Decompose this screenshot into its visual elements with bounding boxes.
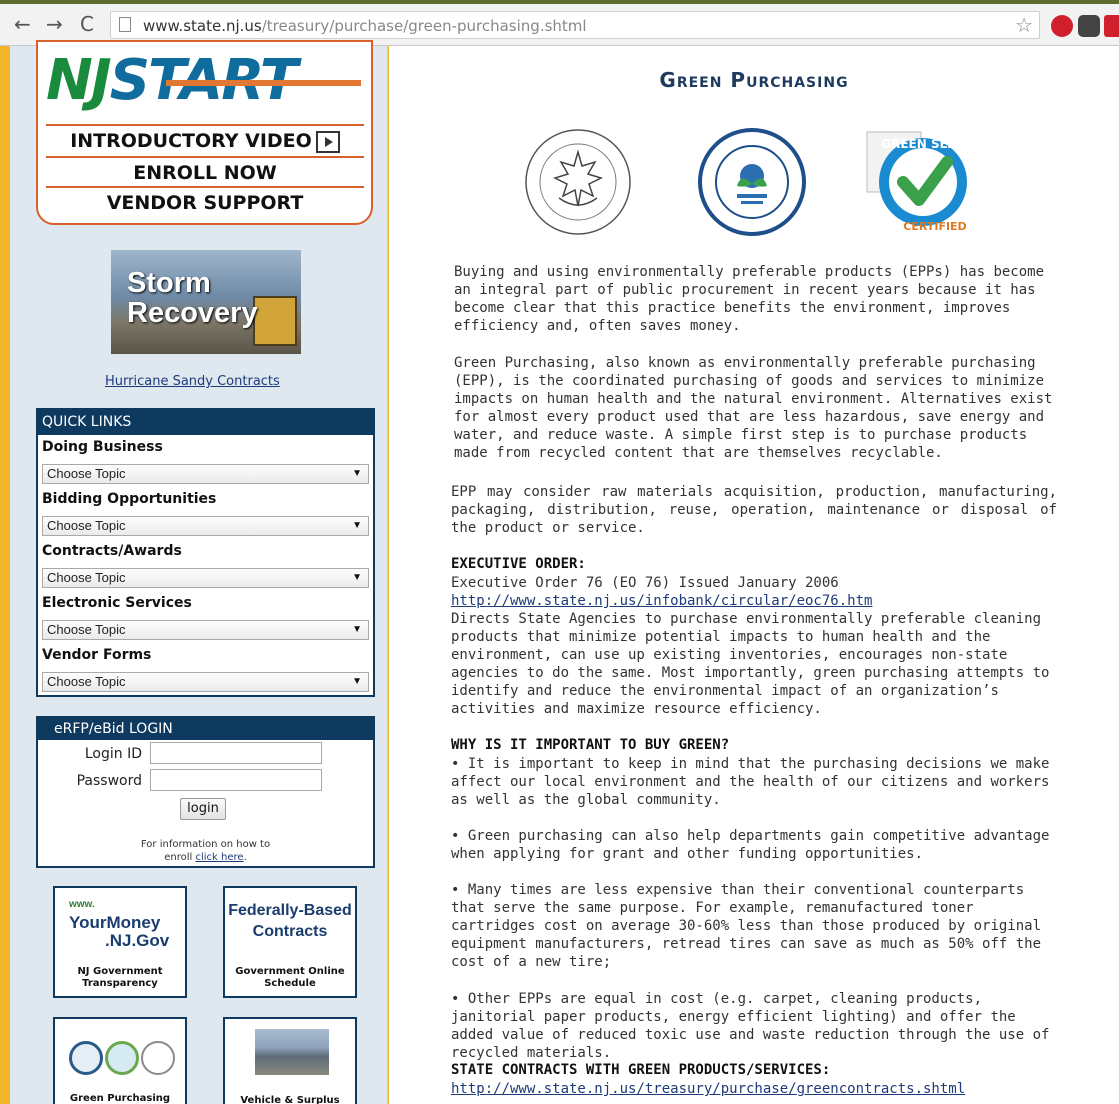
forward-arrow-icon[interactable]: → — [46, 12, 63, 36]
contracts-awards-select[interactable]: Choose Topic ▼ — [42, 568, 369, 588]
federal-contracts-title: Federally-Based Contracts — [228, 902, 352, 940]
login-title: eRFP/eBid LOGIN — [38, 718, 373, 740]
pocket-icon[interactable] — [1078, 15, 1100, 37]
url-text: www.state.nj.us/treasury/purchase/green-… — [143, 17, 587, 35]
why-bullet-3: • Many times are less expensive than the… — [451, 882, 1042, 970]
dropdown-arrow-icon: ▼ — [352, 468, 362, 479]
intro-paragraph: Buying and using environmentally prefera… — [454, 264, 1045, 334]
click-here-link[interactable]: click here — [196, 852, 244, 863]
login-panel: eRFP/eBid LOGIN Login ID Password login … — [36, 716, 375, 868]
storm-recovery-banner[interactable]: Storm Recovery — [111, 250, 301, 354]
epa-seal-icon — [69, 1041, 103, 1075]
dropdown-arrow-icon: ▼ — [352, 676, 362, 687]
enroll-now-link[interactable]: ENROLL NOW — [46, 156, 364, 186]
green-seal-label: GREEN SEAL — [881, 137, 965, 151]
page-title: Green Purchasing — [659, 68, 849, 92]
vendor-forms-label: Vendor Forms — [42, 647, 152, 663]
why-bullet-4: • Other EPPs are equal in cost (e.g. car… — [451, 991, 1050, 1061]
vendor-forms-select[interactable]: Choose Topic ▼ — [42, 672, 369, 692]
bidding-opportunities-select[interactable]: Choose Topic ▼ — [42, 516, 369, 536]
electronic-services-select[interactable]: Choose Topic ▼ — [42, 620, 369, 640]
password-input[interactable] — [150, 769, 322, 791]
login-id-input[interactable] — [150, 742, 322, 764]
green-purchasing-caption: Green Purchasing — [69, 1093, 171, 1104]
green-purchasing-paragraph: Green Purchasing, also known as environm… — [454, 355, 1053, 461]
extension-icon[interactable] — [1104, 15, 1119, 37]
vehicle-surplus-caption: Vehicle & Surplus — [240, 1095, 340, 1104]
certified-label: CERTIFIED — [903, 220, 966, 233]
green-purchasing-badge[interactable]: Green Purchasing — [53, 1017, 187, 1104]
yourmoney-badge[interactable]: www. YourMoney .NJ.Gov NJ Government Tra… — [53, 886, 187, 998]
hurricane-sandy-link[interactable]: Hurricane Sandy Contracts — [105, 374, 280, 389]
yourmoney-logo: www. YourMoney .NJ.Gov — [69, 899, 170, 950]
epa-seal-icon — [698, 128, 806, 236]
address-bar[interactable]: www.state.nj.us/treasury/purchase/green-… — [110, 11, 1040, 39]
login-id-label: Login ID — [84, 746, 142, 762]
storm-banner-text: Storm Recovery — [127, 267, 258, 329]
yourmoney-caption: NJ Government Transparency — [77, 966, 163, 989]
green-seal-icon — [105, 1041, 139, 1075]
pinterest-icon[interactable] — [1051, 15, 1073, 37]
executive-order-line: Executive Order 76 (EO 76) Issued Januar… — [451, 575, 839, 591]
epp-paragraph: EPP may consider raw materials acquisiti… — [451, 484, 1057, 536]
doing-business-select[interactable]: Choose Topic ▼ — [42, 464, 369, 484]
vehicle-image — [255, 1029, 329, 1075]
main-content: Green Purchasing GREEN SEAL CERTIFIED Bu… — [389, 46, 1119, 1104]
why-bullet-1: • It is important to keep in mind that t… — [451, 756, 1050, 808]
contracts-awards-label: Contracts/Awards — [42, 543, 182, 559]
electronic-services-label: Electronic Services — [42, 595, 192, 611]
quick-links-panel: QUICK LINKS Doing Business Choose Topic ▼… — [36, 408, 375, 697]
environmental-choice-seal-icon — [525, 129, 631, 235]
logo-arrow-icon — [166, 80, 361, 86]
login-button[interactable]: login — [180, 798, 226, 820]
vehicle-surplus-badge[interactable]: Vehicle & Surplus — [223, 1017, 357, 1104]
why-bullet-2: • Green purchasing can also help departm… — [451, 828, 1050, 862]
video-icon — [315, 130, 340, 153]
vendor-support-link[interactable]: VENDOR SUPPORT — [46, 186, 364, 216]
environmental-choice-icon — [141, 1041, 175, 1075]
federal-contracts-caption: Government Online Schedule — [235, 966, 345, 989]
back-arrow-icon[interactable]: ← — [14, 12, 31, 36]
green-seal-certified-icon: GREEN SEAL CERTIFIED — [866, 131, 967, 233]
dropdown-arrow-icon: ▼ — [352, 572, 362, 583]
bookmark-star-icon[interactable]: ☆ — [1015, 13, 1033, 37]
page-icon — [119, 17, 131, 32]
dropdown-arrow-icon: ▼ — [352, 520, 362, 531]
window-frame — [0, 46, 10, 1104]
executive-order-link[interactable]: http://www.state.nj.us/infobank/circular… — [451, 592, 872, 610]
njstart-panel: NJSTART INTRODUCTORY VIDEO ENROLL NOW VE… — [36, 40, 373, 225]
doing-business-label: Doing Business — [42, 439, 163, 455]
introductory-video-link[interactable]: INTRODUCTORY VIDEO — [46, 124, 364, 154]
executive-order-heading: EXECUTIVE ORDER: — [451, 556, 586, 572]
why-buy-green-heading: WHY IS IT IMPORTANT TO BUY GREEN? — [451, 737, 730, 753]
state-contracts-heading: STATE CONTRACTS WITH GREEN PRODUCTS/SERV… — [451, 1062, 831, 1078]
reload-icon[interactable]: C — [80, 12, 94, 36]
sidebar: NJSTART INTRODUCTORY VIDEO ENROLL NOW VE… — [10, 40, 388, 1104]
enroll-info: For information on how to enroll click h… — [140, 839, 271, 863]
njstart-logo[interactable]: NJSTART — [46, 48, 361, 113]
bidding-opportunities-label: Bidding Opportunities — [42, 491, 217, 507]
executive-order-body: Directs State Agencies to purchase envir… — [451, 611, 1050, 717]
quick-links-title: QUICK LINKS — [38, 410, 373, 435]
state-contracts-link[interactable]: http://www.state.nj.us/treasury/purchase… — [451, 1080, 965, 1098]
federal-contracts-badge[interactable]: Federally-Based Contracts Government Onl… — [223, 886, 357, 998]
dropdown-arrow-icon: ▼ — [352, 624, 362, 635]
password-label: Password — [76, 773, 142, 789]
